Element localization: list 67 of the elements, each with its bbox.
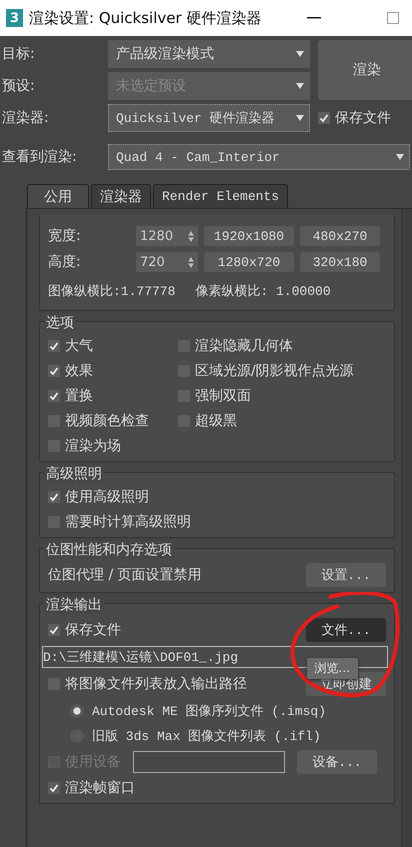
- checkbox-label: 渲染隐藏几何体: [195, 337, 293, 355]
- spinner-field[interactable]: 1280: [136, 226, 198, 246]
- checkbox[interactable]: [48, 782, 60, 794]
- checkbox-label: 渲染帧窗口: [65, 779, 135, 797]
- caret-icon: [296, 83, 304, 89]
- checkbox-label: 大气: [65, 337, 93, 355]
- spinner-arrows-icon[interactable]: [188, 256, 194, 268]
- group-title: 位图性能和内存选项: [44, 541, 174, 559]
- render-button[interactable]: 渲染: [318, 40, 412, 100]
- field-label: 预设:: [2, 77, 36, 95]
- field-label: 渲染器:: [2, 109, 50, 127]
- radio-label: 旧版 3ds Max 图像文件列表 (.ifl): [92, 728, 321, 745]
- minimize-icon[interactable]: [307, 17, 322, 19]
- dropdown[interactable]: 产品级渲染模式: [108, 40, 310, 68]
- checkbox-label: 需要时计算高级照明: [65, 513, 191, 531]
- checkbox-label: 强制双面: [195, 387, 251, 405]
- app-icon: 3: [6, 9, 23, 27]
- radio-label: Autodesk ME 图像序列文件 (.imsq): [92, 703, 326, 720]
- group-title: 高级照明: [44, 465, 104, 483]
- maximize-icon[interactable]: [387, 12, 400, 24]
- checkbox[interactable]: [48, 365, 60, 377]
- image-aspect-text: 图像纵横比:1.77778: [48, 283, 176, 300]
- device-field[interactable]: [133, 751, 285, 773]
- caret-icon: [396, 154, 404, 160]
- files-button[interactable]: 文件...: [306, 618, 386, 642]
- checkbox-label: 使用高级照明: [65, 488, 149, 506]
- field-label: 高度:: [48, 253, 82, 271]
- spinner-arrows-icon[interactable]: [188, 230, 194, 242]
- preset-button[interactable]: 1280x720: [204, 252, 294, 272]
- tab[interactable]: Render Elements: [153, 184, 288, 208]
- checkbox-label: 保存文件: [65, 621, 121, 639]
- checkbox-label: 将图像文件列表放入输出路径: [65, 675, 247, 693]
- preset-button[interactable]: 1920x1080: [204, 226, 294, 246]
- dropdown[interactable]: Quad 4 - Cam_Interior: [108, 144, 410, 170]
- checkbox[interactable]: [318, 112, 330, 124]
- tab[interactable]: 公用: [27, 184, 89, 208]
- radio-button[interactable]: [70, 704, 84, 718]
- checkbox-label: 区域光源/阴影视作点光源: [195, 362, 354, 380]
- group-title: 渲染输出: [44, 596, 104, 614]
- checkbox-label: 渲染为场: [65, 437, 121, 455]
- checkbox[interactable]: [48, 390, 60, 402]
- checkbox[interactable]: [48, 491, 60, 503]
- scrollbar[interactable]: [401, 209, 412, 847]
- preset-button[interactable]: 320x180: [300, 252, 380, 272]
- status-text: 位图代理 / 页面设置禁用: [48, 566, 202, 584]
- checkbox-label: 保存文件: [335, 109, 391, 127]
- field-label: 目标:: [2, 45, 36, 63]
- field-label: 宽度:: [48, 227, 82, 245]
- spinner-field[interactable]: 720: [136, 252, 198, 272]
- caret-icon: [296, 51, 304, 57]
- field-label: 查看到渲染:: [2, 148, 78, 166]
- caret-icon: [296, 115, 304, 121]
- group-title: 选项: [44, 314, 76, 332]
- window-title: 渲染设置: Quicksilver 硬件渲染器: [29, 8, 262, 28]
- checkbox[interactable]: [48, 624, 60, 636]
- preset-button[interactable]: 480x270: [300, 226, 380, 246]
- tooltip: 浏览...: [306, 658, 358, 679]
- dropdown[interactable]: Quicksilver 硬件渲染器: [108, 104, 310, 132]
- checkbox-label: 视频颜色检查: [65, 412, 149, 430]
- checkbox-label: 置换: [65, 387, 93, 405]
- devices-button[interactable]: 设备...: [297, 750, 377, 774]
- checkbox-label: 超级黑: [195, 412, 237, 430]
- tab[interactable]: 渲染器: [91, 184, 151, 208]
- checkbox-label: 效果: [65, 362, 93, 380]
- setup-button[interactable]: 设置...: [306, 563, 386, 587]
- pixel-aspect-text: 像素纵横比: 1.00000: [195, 283, 331, 300]
- checkbox[interactable]: [48, 340, 60, 352]
